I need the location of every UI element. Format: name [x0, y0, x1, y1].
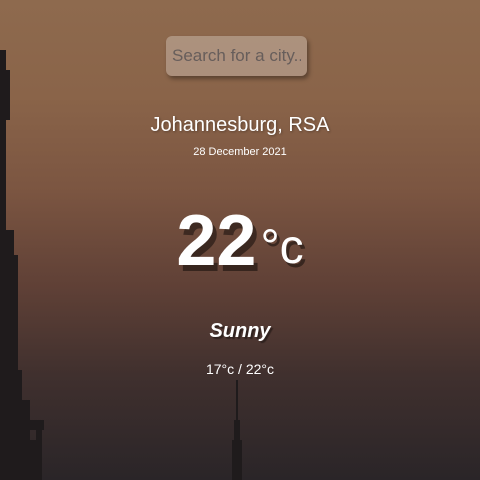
temperature-unit: °c — [260, 220, 304, 274]
city-search-input[interactable] — [166, 36, 307, 76]
weather-condition: Sunny — [209, 320, 271, 342]
location-date: 28 December 2021 — [193, 146, 287, 158]
temperature-value: 22 — [176, 201, 257, 281]
low-high-temperature: 17°c / 22°c — [205, 361, 274, 377]
search-container — [166, 36, 307, 76]
location-city: Johannesburg, RSA — [150, 114, 330, 136]
temperature-display: 22°c — [0, 200, 480, 282]
